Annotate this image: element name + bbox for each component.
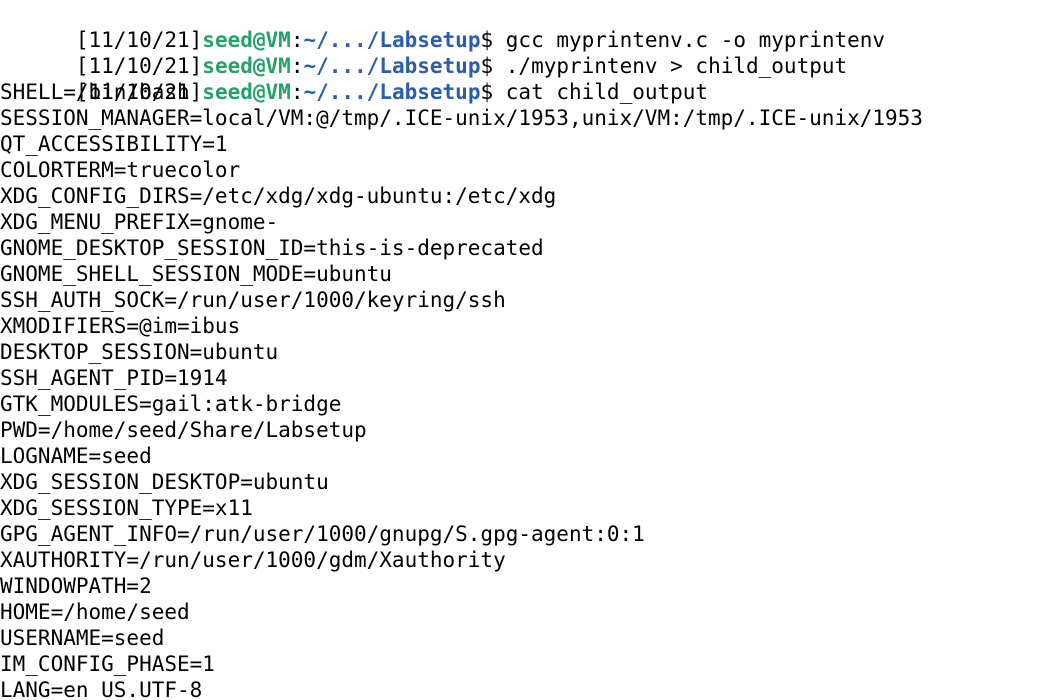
output-line: XAUTHORITY=/run/user/1000/gdm/Xauthority — [0, 548, 506, 572]
output-line: XDG_SESSION_TYPE=x11 — [0, 496, 253, 520]
command-text: cat child_output — [505, 80, 709, 104]
output-line: XMODIFIERS=@im=ibus — [0, 314, 241, 338]
prompt-user-host: seed@VM — [202, 54, 291, 78]
output-line: SESSION_MANAGER=local/VM:@/tmp/.ICE-unix… — [0, 106, 923, 130]
output-line: PWD=/home/seed/Share/Labsetup — [0, 418, 367, 442]
prompt-date: [11/10/21] — [75, 54, 203, 78]
output-line: COLORTERM=truecolor — [0, 158, 241, 182]
output-line: HOME=/home/seed — [0, 600, 190, 624]
terminal-window[interactable]: [11/10/21]seed@VM:~/.../Labsetup$ gcc my… — [0, 0, 1060, 700]
output-line: IM_CONFIG_PHASE=1 — [0, 652, 215, 676]
prompt-separator: : — [290, 54, 304, 78]
output-line: GPG_AGENT_INFO=/run/user/1000/gnupg/S.gp… — [0, 522, 645, 546]
prompt-path: ~/.../Labsetup — [303, 80, 481, 104]
output-line: WINDOWPATH=2 — [0, 574, 152, 598]
prompt-path: ~/.../Labsetup — [303, 28, 481, 52]
prompt-separator: : — [290, 80, 304, 104]
prompt-path: ~/.../Labsetup — [303, 54, 481, 78]
prompt-symbol: $ — [480, 28, 506, 52]
command-text: ./myprintenv > child_output — [505, 54, 848, 78]
output-line: LOGNAME=seed — [0, 444, 152, 468]
output-line: LANG=en_US.UTF-8 — [0, 678, 203, 700]
command-line: [11/10/21]seed@VM:~/.../Labsetup$ gcc my… — [0, 1, 1060, 52]
output-line: GNOME_SHELL_SESSION_MODE=ubuntu — [0, 262, 392, 286]
prompt-separator: : — [290, 28, 304, 52]
output-line: XDG_MENU_PREFIX=gnome- — [0, 210, 279, 234]
command-output: SHELL=/bin/bash SESSION_MANAGER=local/VM… — [0, 79, 1060, 700]
prompt-user-host: seed@VM — [202, 80, 291, 104]
prompt-date: [11/10/21] — [75, 28, 203, 52]
output-line: GTK_MODULES=gail:atk-bridge — [0, 392, 342, 416]
output-line: DESKTOP_SESSION=ubuntu — [0, 340, 279, 364]
prompt-symbol: $ — [480, 80, 506, 104]
output-line: XDG_SESSION_DESKTOP=ubuntu — [0, 470, 329, 494]
output-line: XDG_CONFIG_DIRS=/etc/xdg/xdg-ubuntu:/etc… — [0, 184, 557, 208]
output-line: SSH_AGENT_PID=1914 — [0, 366, 228, 390]
prompt-symbol: $ — [480, 54, 506, 78]
output-line: GNOME_DESKTOP_SESSION_ID=this-is-depreca… — [0, 236, 544, 260]
output-line: QT_ACCESSIBILITY=1 — [0, 132, 228, 156]
output-line: USERNAME=seed — [0, 626, 165, 650]
command-history: [11/10/21]seed@VM:~/.../Labsetup$ gcc my… — [0, 1, 1060, 104]
prompt-user-host: seed@VM — [202, 28, 291, 52]
command-text: gcc myprintenv.c -o myprintenv — [505, 28, 886, 52]
output-line: SSH_AUTH_SOCK=/run/user/1000/keyring/ssh — [0, 288, 506, 312]
